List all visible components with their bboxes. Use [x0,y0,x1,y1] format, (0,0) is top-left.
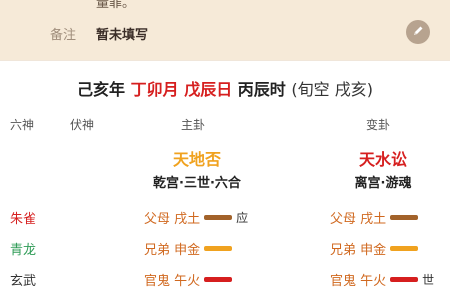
main-yao-text-0: 父母 戌土 [144,212,201,227]
yao-line-2-change [390,277,419,282]
year-text: 己亥年 [77,80,126,99]
edit-note-button[interactable] [406,20,430,44]
month-text: 丁卯月 [130,80,179,99]
date-line: 己亥年 丁卯月 戊辰日 丙辰时 (旬空 戌亥) [0,76,450,100]
header-main: 主卦 [181,118,206,132]
hour-text: 丙辰时 [237,80,286,99]
liushen-label-1: 青龙 [10,243,37,258]
liushen-label-0: 朱雀 [10,212,37,227]
yao-mark-0-main: 应 [236,211,249,225]
header-liushen: 六神 [10,118,35,132]
yao-mark-2-change: 世 [422,273,435,287]
change-yao-text-1: 兄弟 申金 [330,243,387,258]
note-value[interactable]: 暂未填写 [96,24,148,43]
change-gua-desc: 离宫·游魂 [354,176,412,191]
change-yao-text-2: 官鬼 午火 [330,274,387,289]
main-yao-0: 父母 戌土 应 [144,208,248,227]
section-divider [0,60,450,61]
yao-line-2-main [204,277,233,282]
yao-line-1-main [204,246,233,251]
main-gua-desc: 乾宫·三世·六合 [153,176,241,191]
pencil-icon [411,23,425,42]
change-gua-name: 天水讼 [358,150,407,169]
header-change: 变卦 [366,118,391,132]
note-section: 量罪。 备注 暂未填写 [0,0,450,60]
yao-line-1-change [390,246,419,251]
change-yao-text-0: 父母 戌土 [330,212,387,227]
header-fushen: 伏神 [70,118,95,132]
main-gua-name: 天地否 [172,150,221,169]
liushen-label-2: 玄武 [10,274,37,289]
note-label: 备注 [50,28,77,43]
main-yao-2: 官鬼 午火 [144,270,236,289]
yao-line-0-main [204,215,233,220]
main-yao-text-1: 兄弟 申金 [144,243,201,258]
main-yao-text-2: 官鬼 午火 [144,274,201,289]
xunkong-text: (旬空 戌亥) [291,80,373,99]
yao-line-0-change [390,215,419,220]
change-yao-0: 父母 戌土 [330,208,422,227]
previous-text-fragment: 量罪。 [96,0,136,11]
day-text: 戊辰日 [184,80,233,99]
change-yao-2: 官鬼 午火 世 [330,270,434,289]
change-yao-1: 兄弟 申金 [330,239,422,258]
main-yao-1: 兄弟 申金 [144,239,236,258]
